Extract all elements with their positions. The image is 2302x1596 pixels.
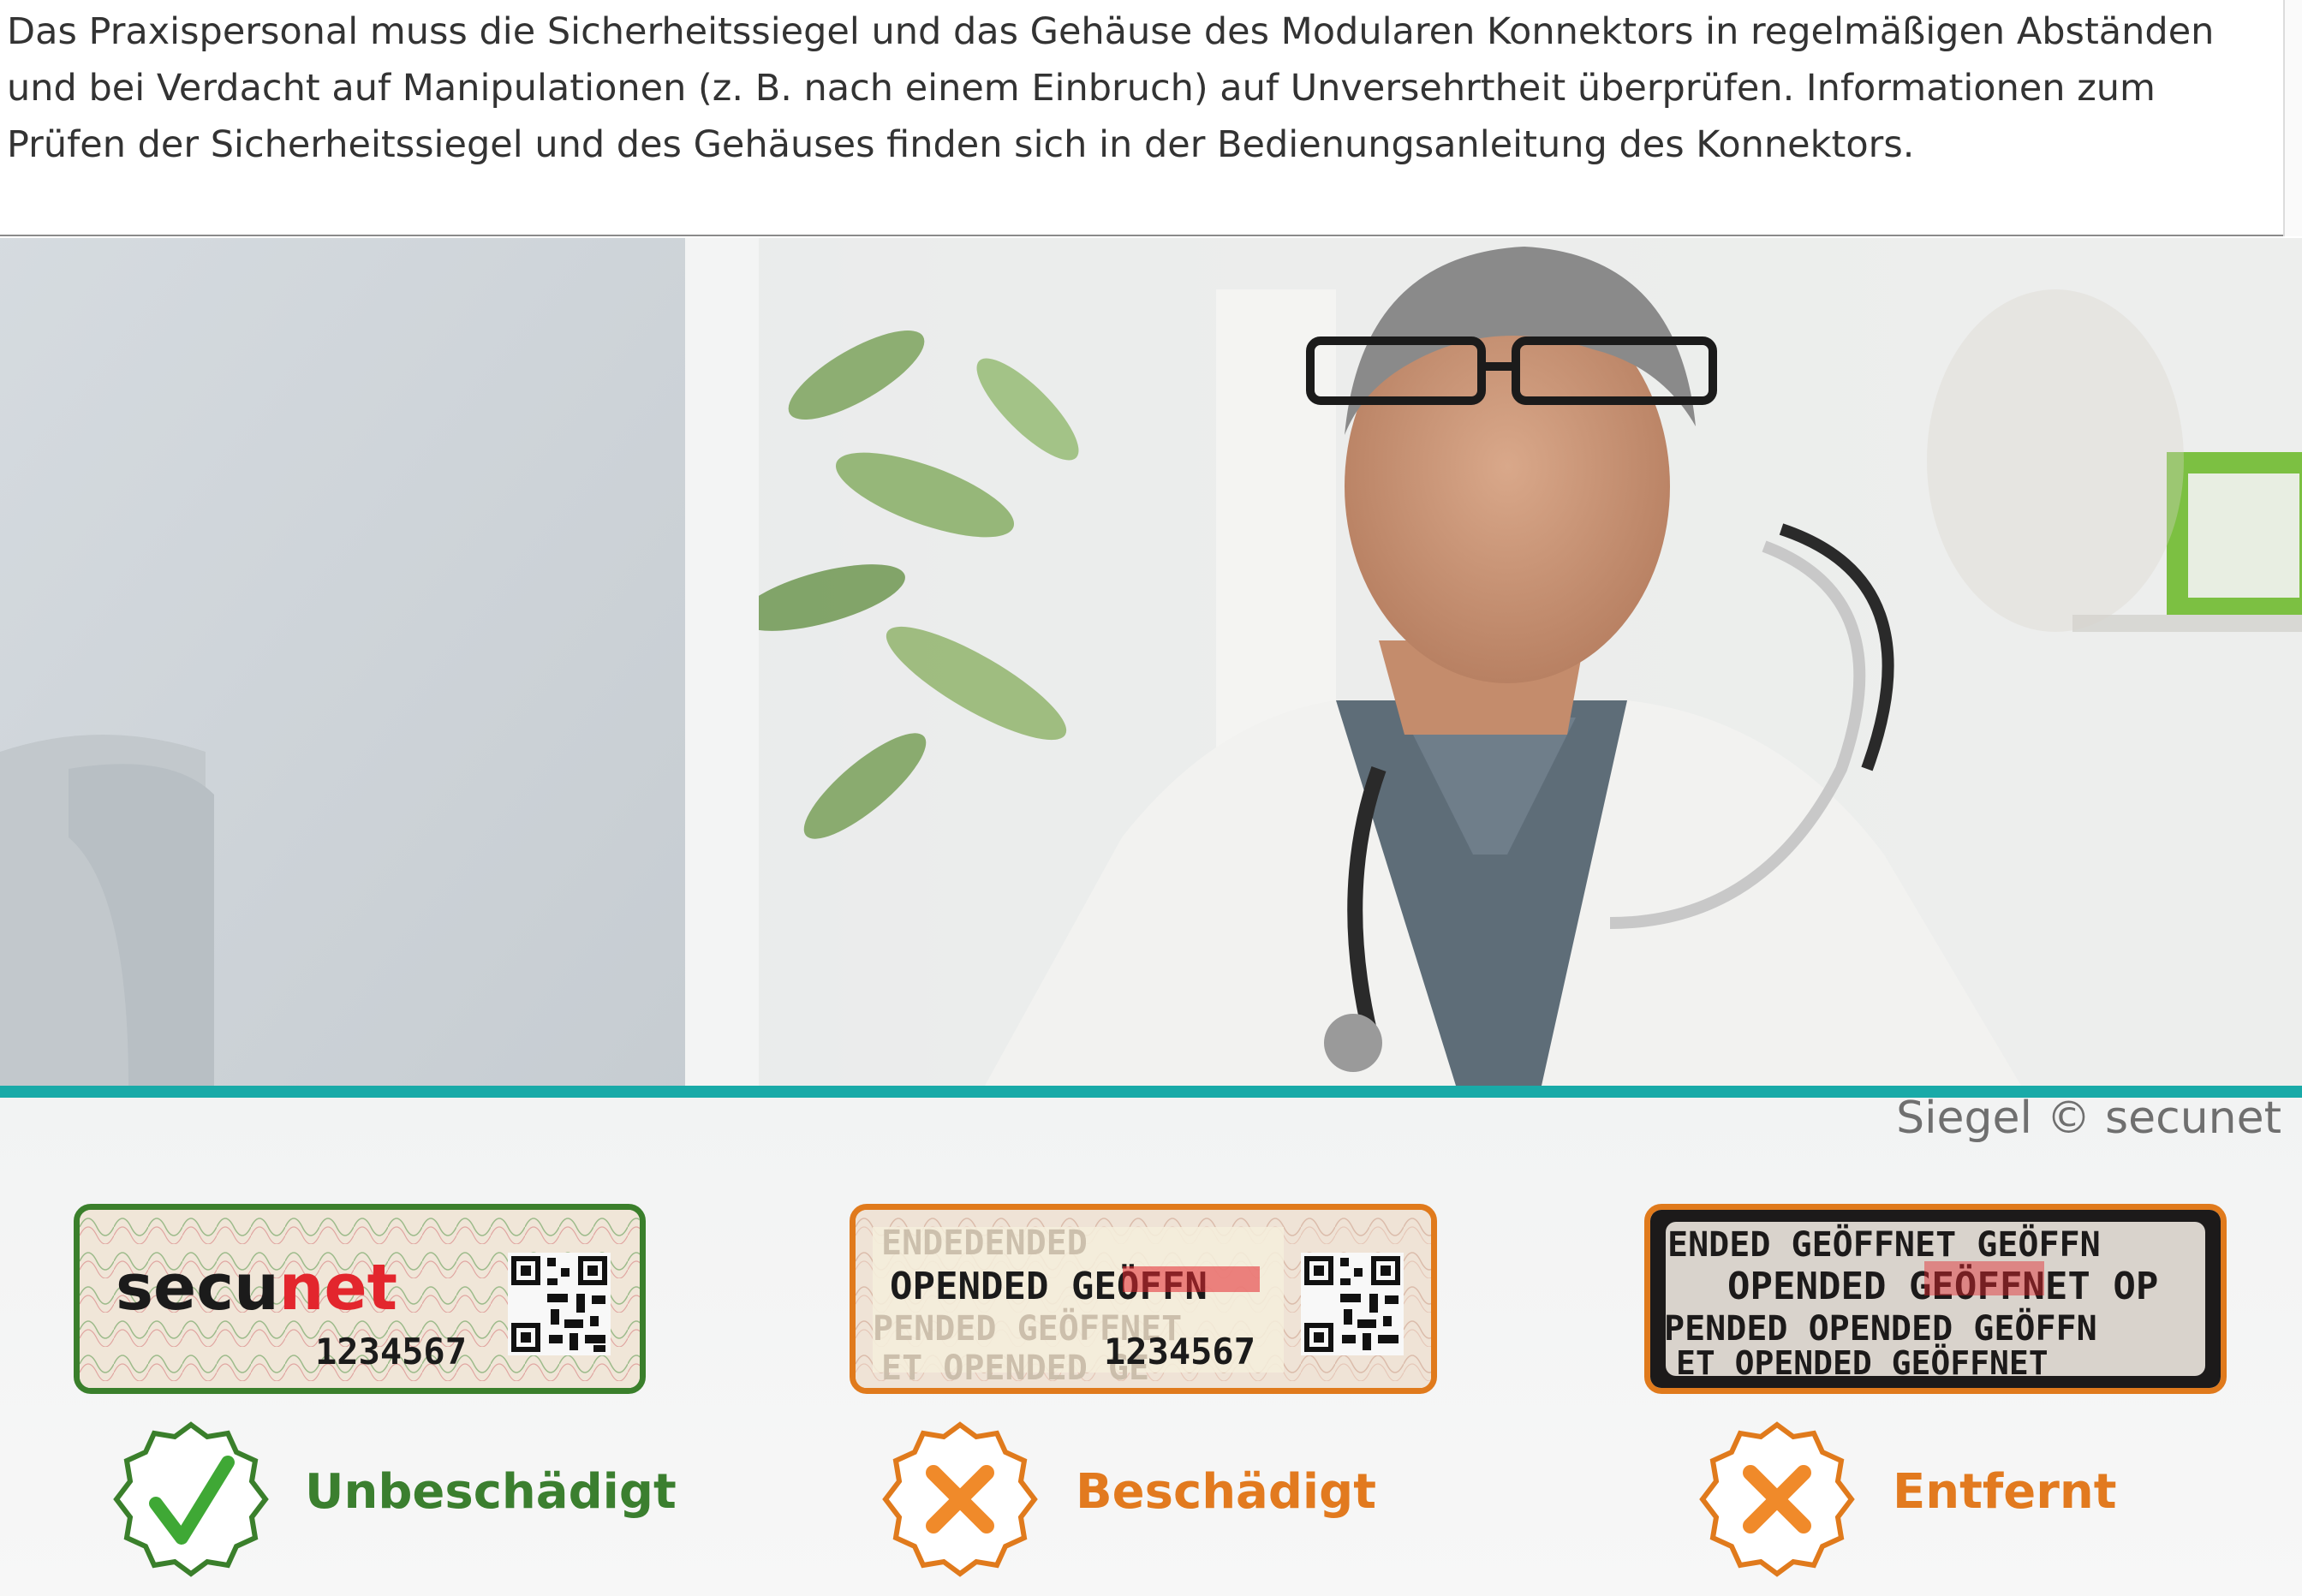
overprint-line: ENDED GEÖFFNET GEÖFFN xyxy=(1667,1224,2101,1265)
seal-removed: ENDED GEÖFFNET GEÖFFN OPENDED GEÖFFNET O… xyxy=(1644,1204,2227,1394)
status-label-damaged: Beschädigt xyxy=(1076,1464,1376,1520)
overprint-line: PENDED OPENDED GEÖFFN xyxy=(1664,1307,2097,1349)
teal-divider xyxy=(0,1086,2302,1098)
seal-number: 1234567 xyxy=(315,1331,467,1373)
cross-icon xyxy=(882,1421,1038,1577)
seal-damaged: ENDEDENDED PENDED GEÖFFNET ET OPENDED GE… xyxy=(850,1204,1437,1394)
seal-comparison: Siegel © secunet secunet 1234567 ENDEDEN… xyxy=(0,1098,2302,1596)
status-label-removed: Entfernt xyxy=(1893,1464,2117,1520)
intro-text: Das Praxispersonal muss die Sicherheitss… xyxy=(7,10,2215,166)
cross-icon xyxy=(1699,1421,1855,1577)
status-label-undamaged: Unbeschädigt xyxy=(305,1464,677,1520)
overprint-line: ENDEDENDED xyxy=(881,1224,1088,1263)
qr-code-icon xyxy=(508,1253,611,1355)
checkmark-icon xyxy=(113,1421,269,1577)
seal-brand: secunet xyxy=(116,1251,397,1325)
doctor-photo xyxy=(0,238,2302,1086)
scrollbar[interactable] xyxy=(2283,0,2302,236)
overprint-line: ET OPENDED GEÖFFNET xyxy=(1676,1344,2049,1382)
image-credit: Siegel © secunet xyxy=(1896,1098,2281,1144)
intro-panel: Das Praxispersonal muss die Sicherheitss… xyxy=(0,0,2302,236)
seal-undamaged: secunet 1234567 xyxy=(74,1204,646,1394)
seal-number: 1234567 xyxy=(1104,1331,1255,1373)
qr-code-icon xyxy=(1301,1253,1404,1355)
